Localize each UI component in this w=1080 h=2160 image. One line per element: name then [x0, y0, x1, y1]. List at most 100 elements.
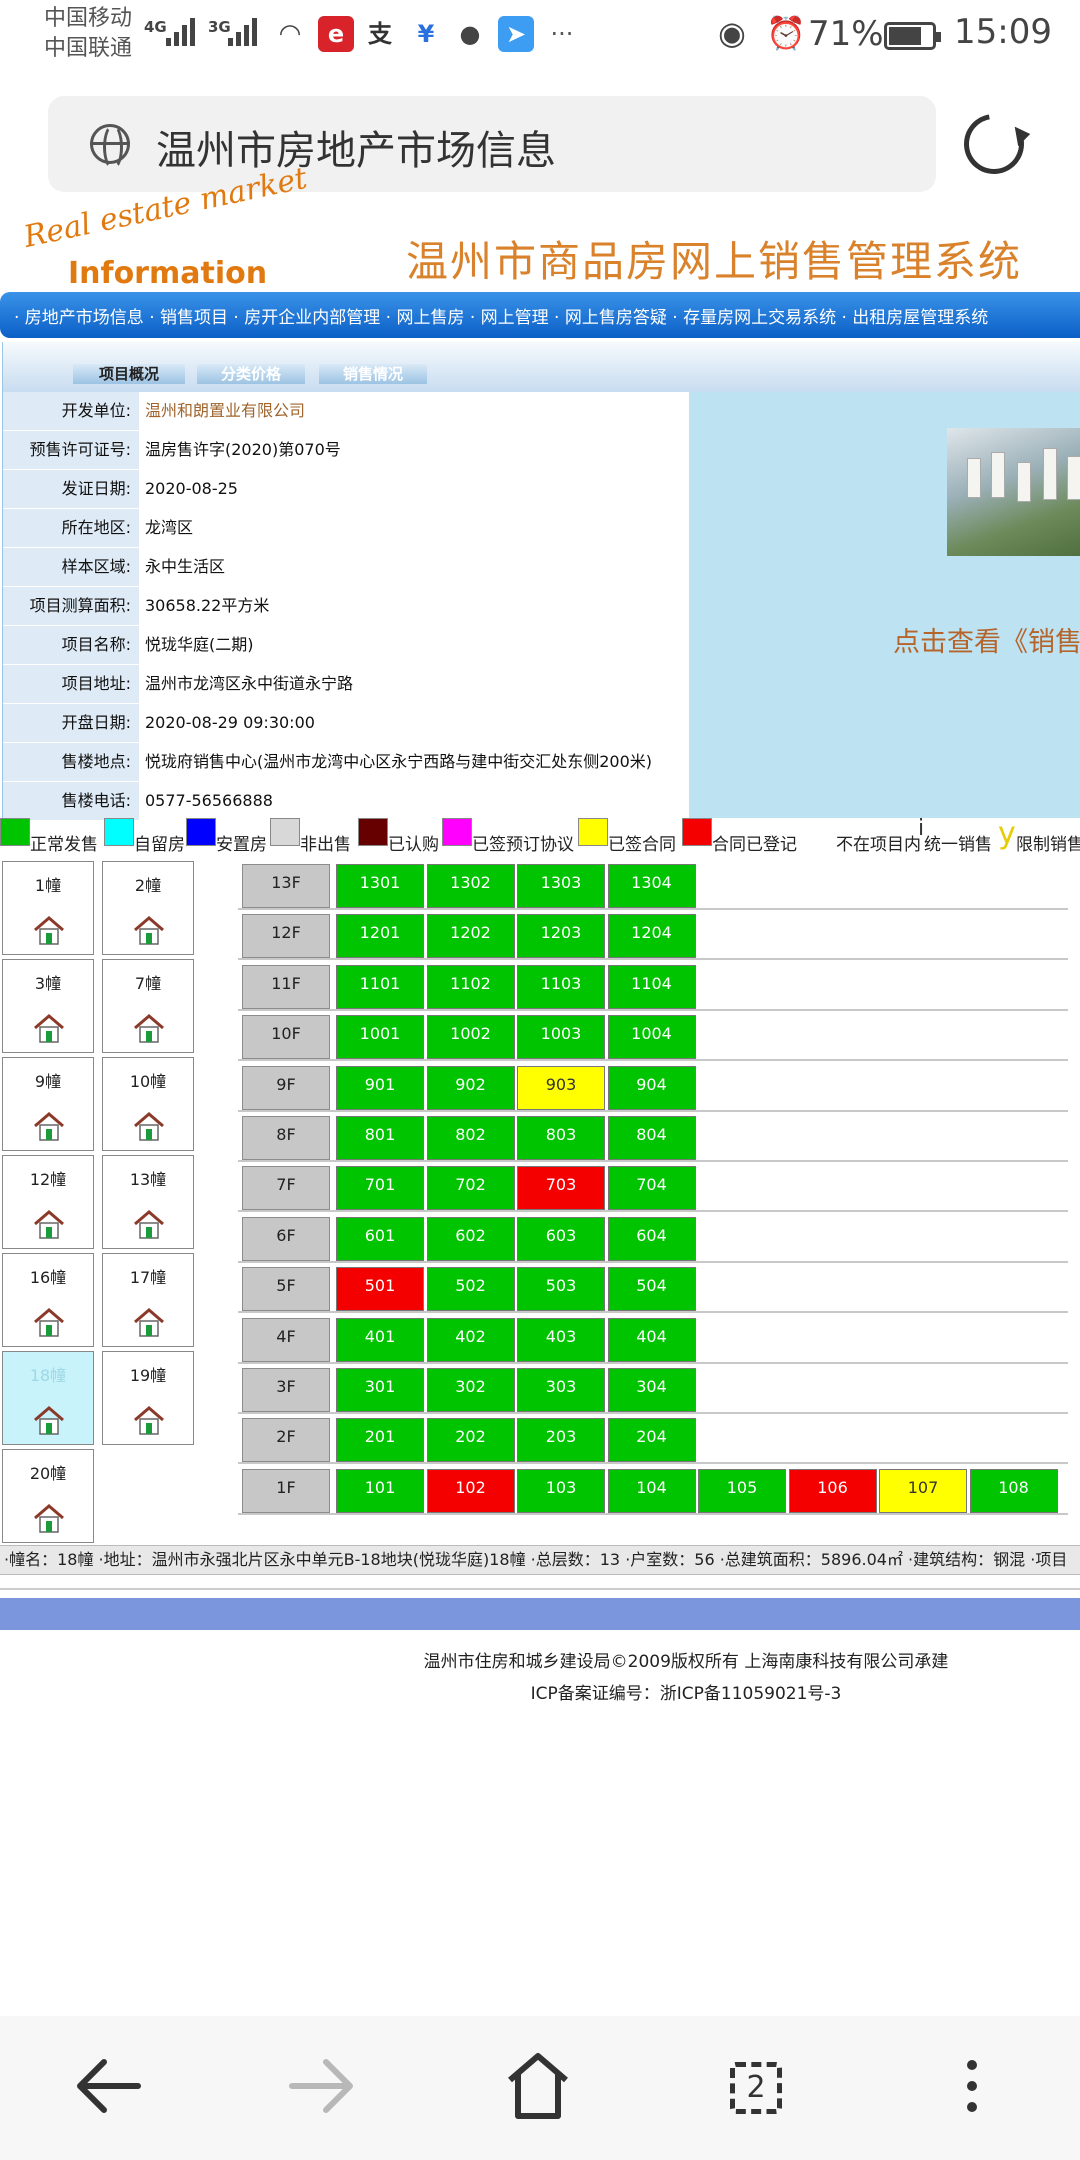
unit-cell[interactable]: 1001 — [336, 1015, 424, 1060]
building-button[interactable]: 2幢 — [102, 861, 194, 955]
building-button[interactable]: 17幢 — [102, 1253, 194, 1347]
unit-cell[interactable]: 703 — [517, 1166, 605, 1211]
building-button[interactable]: 9幢 — [2, 1057, 94, 1151]
building-button[interactable]: 20幢 — [2, 1449, 94, 1543]
nav-links[interactable]: · 房地产市场信息 · 销售项目 · 房开企业内部管理 · 网上售房 · 网上管… — [14, 303, 988, 328]
unit-cell[interactable]: 403 — [517, 1317, 605, 1362]
unit-cell[interactable]: 1302 — [426, 864, 515, 908]
unit-cell[interactable]: 1301 — [336, 864, 424, 908]
building-button[interactable]: 13幢 — [102, 1155, 194, 1249]
building-label: 17幢 — [129, 1268, 167, 1287]
building-button[interactable]: 7幢 — [102, 959, 194, 1053]
building-button[interactable]: 1幢 — [2, 861, 94, 955]
house-icon — [134, 1406, 164, 1435]
house-icon — [34, 916, 64, 945]
unit-cell[interactable]: 1202 — [426, 914, 515, 959]
unit-cell[interactable]: 904 — [607, 1065, 696, 1110]
home-icon[interactable] — [488, 2036, 588, 2136]
building-button[interactable]: 12幢 — [2, 1155, 94, 1249]
unit-cell[interactable]: 301 — [336, 1368, 424, 1412]
legend-swatch — [682, 818, 712, 846]
unit-cell[interactable]: 1201 — [336, 914, 424, 959]
unit-cell[interactable]: 1204 — [607, 914, 696, 959]
tabs-button[interactable]: 2 — [704, 2036, 804, 2136]
tab-sales[interactable]: 销售情况 — [319, 364, 427, 384]
unit-cell[interactable]: 1104 — [607, 964, 696, 1009]
unit-cell[interactable]: 503 — [517, 1267, 605, 1312]
forward-icon[interactable] — [272, 2036, 372, 2136]
site-logo[interactable]: Real estate market Information — [21, 161, 310, 291]
unit-cell[interactable]: 804 — [607, 1116, 696, 1160]
tab-project-overview[interactable]: 项目概况 — [73, 364, 185, 384]
unit-cell[interactable]: 601 — [336, 1216, 424, 1261]
building-button[interactable]: 16幢 — [2, 1253, 94, 1347]
unit-cell[interactable]: 604 — [607, 1216, 696, 1261]
unit-cell[interactable]: 203 — [517, 1418, 605, 1463]
unit-cell[interactable]: 1004 — [607, 1015, 696, 1060]
unit-cell[interactable]: 504 — [607, 1267, 696, 1312]
unit-cell[interactable]: 802 — [426, 1116, 515, 1160]
unit-cell[interactable]: 702 — [426, 1166, 515, 1211]
unit-cell[interactable]: 103 — [517, 1468, 605, 1513]
unit-cell[interactable]: 803 — [517, 1116, 605, 1160]
unit-cell[interactable]: 1304 — [607, 864, 696, 908]
unit-cell[interactable]: 401 — [336, 1317, 424, 1362]
floor-row: 13F 1301 1302 1303 1304 — [238, 860, 1068, 910]
unit-cell[interactable]: 801 — [336, 1116, 424, 1160]
building-button[interactable]: 10幢 — [102, 1057, 194, 1151]
unit-cell[interactable]: 501 — [336, 1267, 424, 1312]
house-icon — [134, 1014, 164, 1043]
unit-cell[interactable]: 108 — [969, 1468, 1058, 1513]
unit-cell[interactable]: 402 — [426, 1317, 515, 1362]
footer-icp[interactable]: ICP备案证编号：浙ICP备11059021号-3 — [0, 1679, 1080, 1704]
unit-cell[interactable]: 1101 — [336, 964, 424, 1009]
tab-price[interactable]: 分类价格 — [197, 364, 305, 384]
unit-cell[interactable]: 104 — [607, 1468, 696, 1513]
building-button[interactable]: 18幢 — [2, 1351, 94, 1445]
unit-cell[interactable]: 107 — [879, 1468, 967, 1513]
unit-cell[interactable]: 303 — [517, 1368, 605, 1412]
unit-cell[interactable]: 204 — [607, 1418, 696, 1463]
unit-cell[interactable]: 101 — [336, 1468, 424, 1513]
unit-cell[interactable]: 901 — [336, 1065, 424, 1110]
brochure-link[interactable]: 点击查看《销售 — [893, 620, 1080, 659]
unit-cell[interactable]: 404 — [607, 1317, 696, 1362]
building-label: 19幢 — [129, 1366, 167, 1385]
unit-cell[interactable]: 1303 — [517, 864, 605, 908]
alipay-icon: 支 — [368, 20, 392, 48]
unit-cell[interactable]: 102 — [426, 1468, 515, 1513]
unit-cell[interactable]: 602 — [426, 1216, 515, 1261]
unit-cell[interactable]: 502 — [426, 1267, 515, 1312]
unit-cell[interactable]: 201 — [336, 1418, 424, 1463]
unit-cell[interactable]: 1003 — [517, 1015, 605, 1060]
brochure-panel[interactable]: 点击查看《销售 — [689, 392, 1080, 818]
info-row: 项目地址: 温州市龙湾区永中街道永宁路 — [3, 665, 687, 704]
main-nav[interactable]: · 房地产市场信息 · 销售项目 · 房开企业内部管理 · 网上售房 · 网上管… — [0, 292, 1080, 338]
info-value: 悦珑府销售中心(温州市龙湾中心区永宁西路与建中街交汇处东侧200米) — [143, 743, 687, 781]
unit-cell[interactable]: 1102 — [426, 964, 515, 1009]
reload-icon[interactable] — [952, 102, 1036, 186]
unit-cell[interactable]: 903 — [517, 1065, 605, 1110]
info-row: 所在地区: 龙湾区 — [3, 509, 687, 548]
unit-cell[interactable]: 1203 — [517, 914, 605, 959]
unit-cell[interactable]: 304 — [607, 1368, 696, 1412]
unit-cell[interactable]: 1002 — [426, 1015, 515, 1060]
unit-cell[interactable]: 105 — [698, 1468, 786, 1513]
unit-cell[interactable]: 302 — [426, 1368, 515, 1412]
unit-cell[interactable]: 704 — [607, 1166, 696, 1211]
unit-cell[interactable]: 106 — [788, 1468, 877, 1513]
unit-grid: 13F 1301 1302 1303 1304 12F 1201 1202 1203 1204 11… — [238, 860, 1080, 1550]
unit-cell[interactable]: 1103 — [517, 964, 605, 1009]
building-button[interactable]: 3幢 — [2, 959, 94, 1053]
info-row: 发证日期: 2020-08-25 — [3, 470, 687, 509]
project-photo[interactable] — [947, 428, 1080, 556]
unit-cell[interactable]: 701 — [336, 1166, 424, 1211]
building-label: 3幢 — [34, 974, 62, 993]
back-icon[interactable] — [58, 2036, 158, 2136]
building-button[interactable]: 19幢 — [102, 1351, 194, 1445]
unit-cell[interactable]: 202 — [426, 1418, 515, 1463]
unit-cell[interactable]: 603 — [517, 1216, 605, 1261]
menu-icon[interactable] — [922, 2036, 1022, 2136]
unit-cell[interactable]: 902 — [426, 1065, 515, 1110]
address-bar[interactable]: 温州市房地产市场信息 — [48, 96, 936, 192]
